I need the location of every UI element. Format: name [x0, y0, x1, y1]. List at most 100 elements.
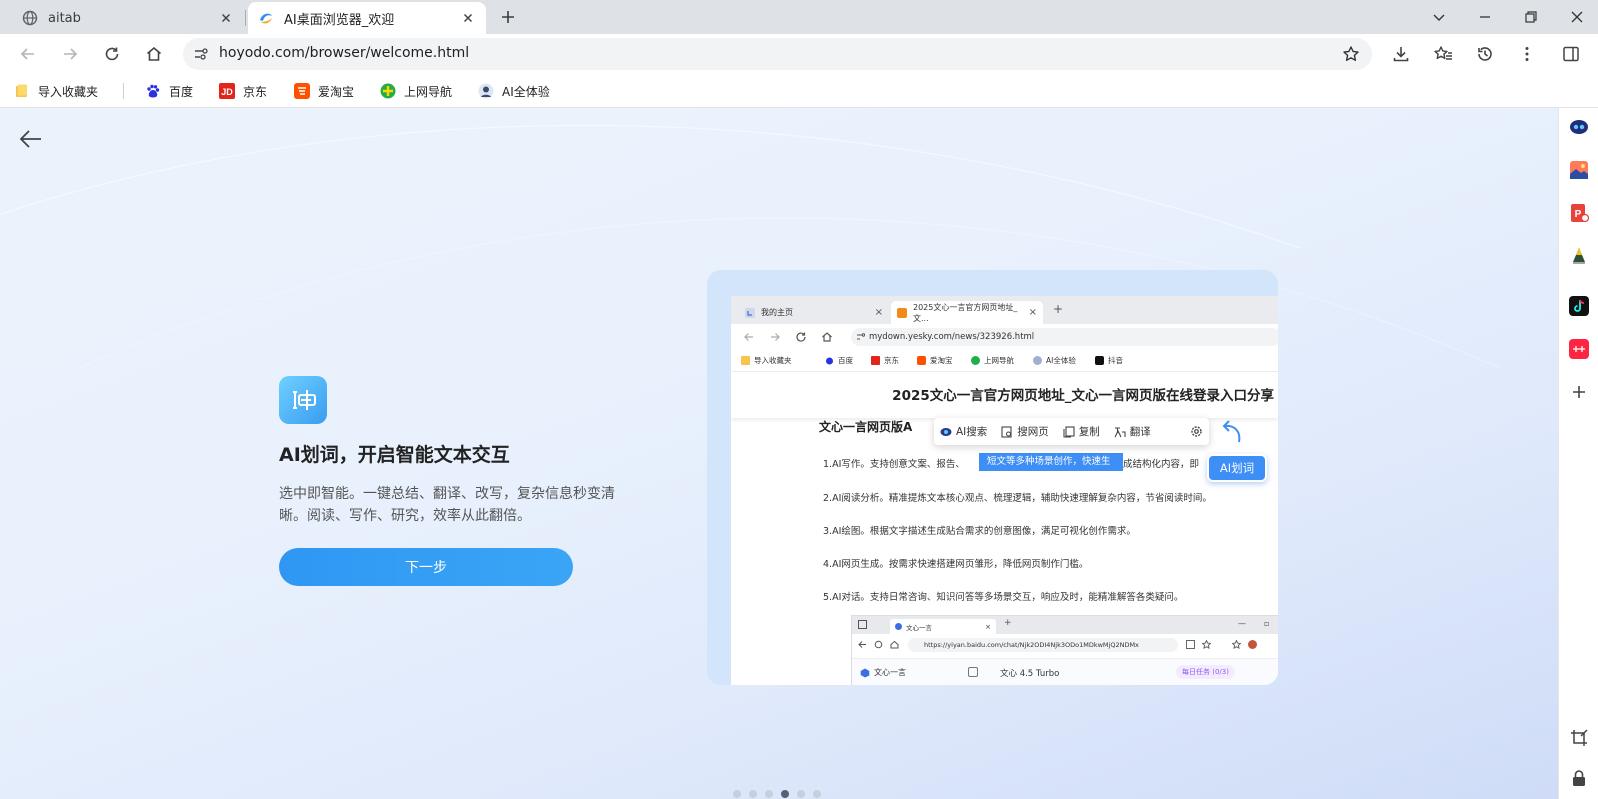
favorites-button[interactable] [1431, 42, 1455, 66]
jd-icon: JD [219, 83, 235, 99]
reload-icon [874, 640, 883, 649]
favorites-icon [1232, 640, 1241, 649]
add-icon[interactable] [1569, 382, 1589, 402]
copy-icon [1063, 425, 1075, 438]
tab-strip: aitab AI桌面浏览器_欢迎 [0, 0, 1598, 34]
feature-preview-image: 我的主页 × 2025文心一言官方网页地址_文... × + mydown.ye… [707, 270, 1278, 685]
history-button[interactable] [1473, 42, 1497, 66]
baidu-icon [145, 83, 161, 99]
page-dot-5[interactable] [797, 790, 805, 798]
address-bar[interactable]: hoyodo.com/browser/welcome.html [183, 38, 1372, 70]
restore-icon: ▫ [1264, 619, 1270, 628]
bookmark-star-icon[interactable] [1342, 45, 1360, 63]
bookmark-taobao[interactable]: 爱淘宝 [294, 81, 354, 101]
page-dot-3[interactable] [765, 790, 773, 798]
ai-assistant-icon[interactable] [1569, 117, 1589, 137]
tab-search-chevron-icon[interactable] [1426, 4, 1452, 30]
ai-eye-icon [940, 426, 952, 438]
back-button[interactable] [16, 42, 40, 66]
next-step-button[interactable]: 下一步 [279, 548, 573, 586]
ai-word-select-icon [279, 376, 327, 424]
ai-ppt-icon[interactable]: P [1569, 203, 1589, 223]
ai-writing-icon[interactable] [1569, 246, 1589, 266]
preview-tab-strip: 我的主页 × 2025文心一言官方网页地址_文... × + [731, 296, 1278, 324]
paragraph-1-tail: 成结构化内容，即 [1123, 459, 1200, 470]
ai-painting-icon[interactable] [1569, 160, 1589, 180]
svg-text:P: P [1575, 209, 1582, 220]
tab-welcome[interactable]: AI桌面浏览器_欢迎 [248, 2, 486, 34]
crop-screenshot-icon[interactable] [1569, 728, 1589, 748]
page-dot-6[interactable] [813, 790, 821, 798]
embedded-screenshot: 文心一言 × + — ▫ https://yiyan.baidu.com/cha… [851, 615, 1278, 685]
bookmark-ai-experience[interactable]: AI全体验 [478, 81, 550, 101]
menu-more-button[interactable] [1515, 42, 1539, 66]
reload-button[interactable] [100, 42, 124, 66]
gear-icon [1190, 425, 1203, 438]
welcome-page: AI划词，开启智能文本交互 选中即智能。一键总结、翻译、改写，复杂信息秒变清晰。… [0, 108, 1558, 799]
minimize-button[interactable] [1472, 4, 1498, 30]
forward-icon [769, 331, 781, 343]
bookmark-jd[interactable]: JD 京东 [219, 81, 267, 101]
back-arrow-icon[interactable] [17, 125, 45, 153]
close-window-button[interactable] [1564, 4, 1590, 30]
taobao-icon [917, 356, 926, 365]
section-title: 文心一言网页版A [819, 420, 913, 434]
folder-icon [741, 356, 750, 365]
grid-icon [1186, 640, 1195, 649]
menu-search-web: 搜网页 [1001, 424, 1049, 439]
avatar-icon [1248, 640, 1257, 649]
translate-icon [1114, 426, 1126, 438]
hoyodo-browser-icon [258, 10, 274, 26]
forward-button[interactable] [58, 42, 82, 66]
page-dot-2[interactable] [749, 790, 757, 798]
navigation-icon [380, 83, 396, 99]
home-button[interactable] [142, 42, 166, 66]
menu-translate: 翻译 [1114, 424, 1151, 439]
new-tab-icon: + [1053, 302, 1064, 316]
globe-icon [22, 10, 38, 26]
preview-toolbar: mydown.yesky.com/news/323926.html [731, 324, 1278, 350]
bookmarks-bar: 导入收藏夹 百度 JD 京东 爱淘宝 上网导航 AI全体验 [0, 74, 1598, 108]
paragraph-2: 2.AI阅读分析。精准提炼文本核心观点、梳理逻辑，辅助快速理解复杂内容，节省阅读… [823, 493, 1212, 504]
tab-aitab[interactable]: aitab [12, 2, 244, 34]
close-icon: × [1028, 307, 1037, 318]
home-icon [890, 640, 899, 649]
lock-icon[interactable] [1569, 768, 1589, 788]
side-panel-toggle-button[interactable] [1559, 42, 1583, 66]
paragraph-4: 4.AI网页生成。按需求快速搭建网页雏形，降低网页制作门槛。 [823, 559, 1089, 570]
new-tab-icon: + [1004, 618, 1012, 628]
download-button[interactable] [1389, 42, 1413, 66]
tab-separator [245, 10, 246, 26]
daily-task-badge: 每日任务 (0/3) [1176, 665, 1235, 679]
paragraph-1: 1.AI写作。支持创意文案、报告、 [823, 459, 965, 470]
wenxin-icon [895, 623, 902, 630]
selected-text-highlight: 短文等多种场景创作，快速生 [979, 453, 1123, 471]
close-icon[interactable] [460, 10, 476, 26]
feature-description: 选中即智能。一键总结、翻译、改写，复杂信息秒变清晰。阅读、写作、研究，效率从此翻… [279, 486, 615, 524]
preview-article-header: 2025文心一言官方网页地址_文心一言网页版在线登录入口分享 [731, 372, 1278, 418]
preview-browser-window: 我的主页 × 2025文心一言官方网页地址_文... × + mydown.ye… [731, 296, 1278, 685]
navigation-icon [971, 356, 980, 365]
new-tab-button[interactable] [498, 7, 518, 27]
bookmark-navigation[interactable]: 上网导航 [380, 81, 452, 101]
close-icon[interactable] [218, 10, 234, 26]
search-page-icon [1001, 425, 1013, 438]
model-selector: 文心 4.5 Turbo [1000, 669, 1060, 679]
minimize-icon: — [1238, 619, 1246, 628]
home-icon [821, 331, 833, 343]
bookmark-baidu[interactable]: 百度 [145, 81, 193, 101]
jd-icon [871, 356, 880, 365]
bookmark-import[interactable]: 导入收藏夹 [14, 81, 98, 101]
xiaohongshu-icon[interactable] [1569, 339, 1589, 359]
douyin-icon[interactable] [1569, 296, 1589, 316]
feature-title: AI划词，开启智能文本交互 [279, 444, 510, 466]
paragraph-3: 3.AI绘图。根据文字描述生成贴合需求的创意图像，满足可视化创作需求。 [823, 526, 1136, 537]
site-info-icon[interactable] [193, 46, 209, 62]
page-dot-1[interactable] [733, 790, 741, 798]
page-indicator [733, 790, 821, 798]
ai-avatar-icon [478, 83, 494, 99]
bookmark-separator [123, 83, 124, 99]
restore-button[interactable] [1518, 4, 1544, 30]
baidu-icon [825, 356, 834, 365]
page-dot-4[interactable] [781, 790, 789, 798]
